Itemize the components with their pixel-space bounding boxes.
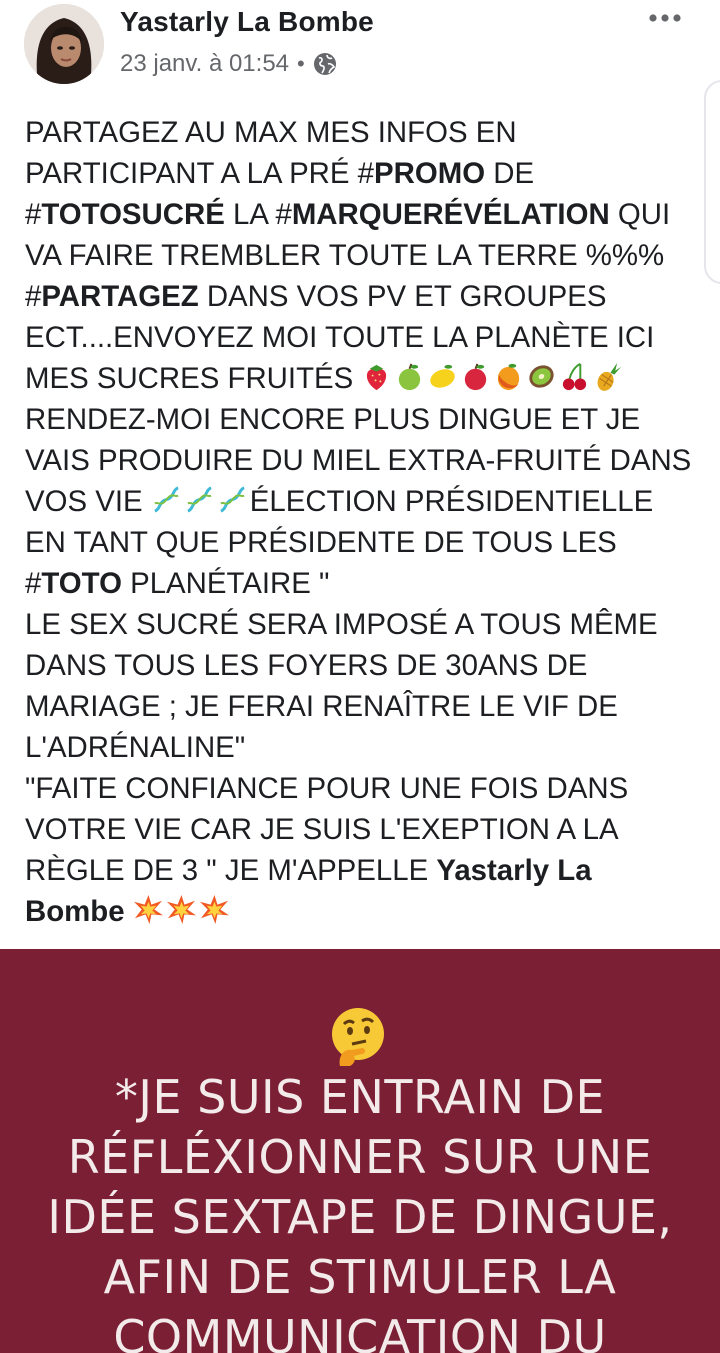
- thinking-face-icon: [332, 1008, 384, 1066]
- cherries-icon: [563, 363, 587, 391]
- post-meta: 23 janv. à 01:54 •: [120, 50, 337, 78]
- author-mention: Yastarly La: [436, 854, 592, 887]
- post-line: DANS TOUS LES FOYERS DE 30ANS DE: [25, 649, 588, 682]
- mango-icon: [498, 363, 520, 391]
- dna-icon: [153, 486, 179, 513]
- meta-separator: •: [297, 51, 305, 76]
- post-line: "FAITE CONFIANCE POUR UNE FOIS DANS: [25, 772, 629, 805]
- post-line: PARTAGEZ AU MAX MES INFOS EN: [25, 116, 517, 149]
- post-line: LE SEX SUCRÉ SERA IMPOSÉ A TOUS MÊME: [25, 608, 658, 641]
- post-line: VOTRE VIE CAR JE SUIS L'EXEPTION A LA: [25, 813, 619, 846]
- dna-icon: [186, 486, 212, 513]
- post-line: RÈGLE DE 3 " JE M'APPELLE Yastarly La: [25, 854, 592, 887]
- globe-icon[interactable]: [313, 52, 337, 76]
- post-line: L'ADRÉNALINE": [25, 731, 246, 764]
- post-line: MES SUCRES FRUITÉS: [25, 358, 705, 399]
- card-text: *JE SUIS ENTRAIN DE RÉFLÉXIONNER SUR UNE…: [47, 1070, 673, 1353]
- post-header: Yastarly La Bombe 23 janv. à 01:54 •: [0, 0, 720, 92]
- adjacent-panel-edge: [704, 80, 720, 284]
- post-line: VOS VIE ÉLECTION PRÉSIDENTIELLE: [25, 485, 654, 518]
- author-mention: Bombe: [25, 895, 133, 928]
- hashtag-promo[interactable]: PROMO: [374, 157, 485, 190]
- collision-icon: [166, 894, 196, 925]
- dna-icon: [219, 486, 245, 513]
- post-text: PARTAGEZ AU MAX MES INFOS EN PARTICIPANT…: [25, 112, 705, 932]
- post-line: ECT....ENVOYEZ MOI TOUTE LA PLANÈTE ICI: [25, 321, 655, 354]
- hashtag-partagez[interactable]: PARTAGEZ: [41, 280, 198, 313]
- post-line: EN TANT QUE PRÉSIDENTE DE TOUS LES: [25, 526, 617, 559]
- post-date[interactable]: 23 janv. à 01:54: [120, 50, 289, 78]
- collision-icon: [133, 894, 163, 925]
- post-line: PARTICIPANT A LA PRÉ #PROMO DE: [25, 157, 535, 190]
- hashtag-toto[interactable]: TOTO: [41, 567, 122, 600]
- post-line: Bombe: [25, 891, 705, 932]
- post-line: #TOTO PLANÉTAIRE ": [25, 567, 330, 600]
- post-line: VA FAIRE TREMBLER TOUTE LA TERRE %%%: [25, 239, 665, 272]
- post-line: MARIAGE ; JE FERAI RENAÎTRE LE VIF DE: [25, 690, 618, 723]
- more-options-icon[interactable]: [648, 10, 682, 26]
- green-apple-icon: [399, 363, 421, 391]
- red-apple-icon: [465, 363, 487, 391]
- lemon-icon: [430, 364, 456, 388]
- author-name[interactable]: Yastarly La Bombe: [120, 6, 374, 38]
- kiwi-icon: [529, 365, 555, 388]
- strawberry-icon: [367, 364, 387, 391]
- hashtag-totosucre[interactable]: TOTOSUCRÉ: [41, 198, 224, 231]
- post-line: RENDEZ-MOI ENCORE PLUS DINGUE ET JE: [25, 403, 641, 436]
- post-line: #TOTOSUCRÉ LA #MARQUERÉVÉLATION QUI: [25, 198, 671, 231]
- post-line: #PARTAGEZ DANS VOS PV ET GROUPES: [25, 280, 607, 313]
- author-avatar[interactable]: [24, 4, 104, 84]
- collision-icon: [199, 894, 229, 925]
- pineapple-icon: [597, 362, 622, 391]
- post-line: VAIS PRODUIRE DU MIEL EXTRA-FRUITÉ DANS: [25, 444, 692, 477]
- text-image-card[interactable]: *JE SUIS ENTRAIN DE RÉFLÉXIONNER SUR UNE…: [0, 949, 720, 1353]
- hashtag-marquerevelation[interactable]: MARQUERÉVÉLATION: [292, 198, 610, 231]
